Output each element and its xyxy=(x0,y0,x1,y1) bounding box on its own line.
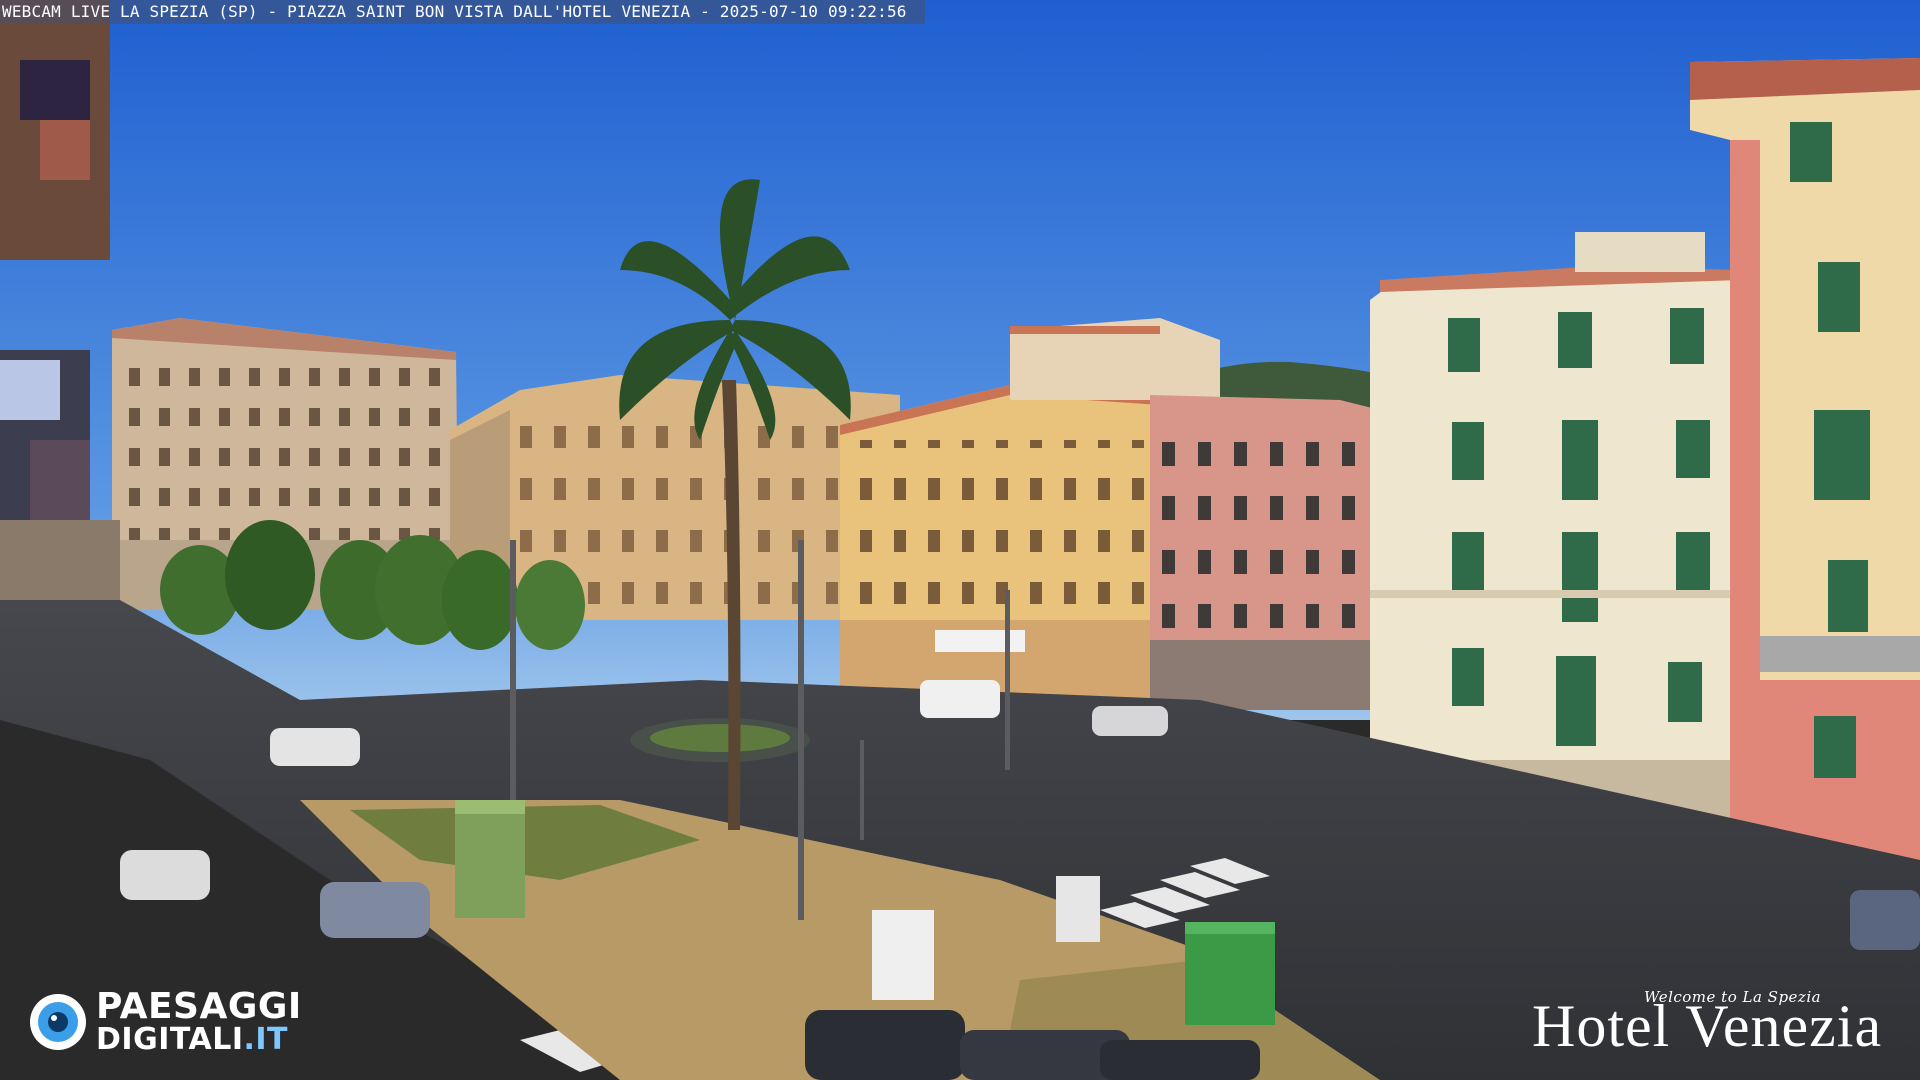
logo-subtitle-suffix: .IT xyxy=(243,1022,289,1057)
logo-title: PAESAGGI xyxy=(96,986,302,1027)
hotel-tagline: Welcome to La Spezia xyxy=(1644,988,1822,1006)
building-middle-ochre xyxy=(450,375,900,620)
logo-subtitle-main: DIGITALI xyxy=(96,1022,244,1057)
webcam-caption: WEBCAM LIVE LA SPEZIA (SP) - PIAZZA SAIN… xyxy=(0,0,925,24)
building-cream-palazzo xyxy=(1370,232,1740,820)
camera-lens-icon xyxy=(30,994,86,1050)
building-top-annex xyxy=(1010,318,1220,400)
hotel-venezia-watermark: Hotel Venezia Welcome to La Spezia xyxy=(1532,988,1892,1060)
webcam-scene xyxy=(0,0,1920,1080)
paesaggi-digitali-logo: PAESAGGI DIGITALI.IT xyxy=(28,986,348,1058)
building-pink xyxy=(1150,395,1380,710)
logo-subtitle: DIGITALI.IT xyxy=(96,1022,288,1057)
building-yellow-center xyxy=(840,385,1160,700)
